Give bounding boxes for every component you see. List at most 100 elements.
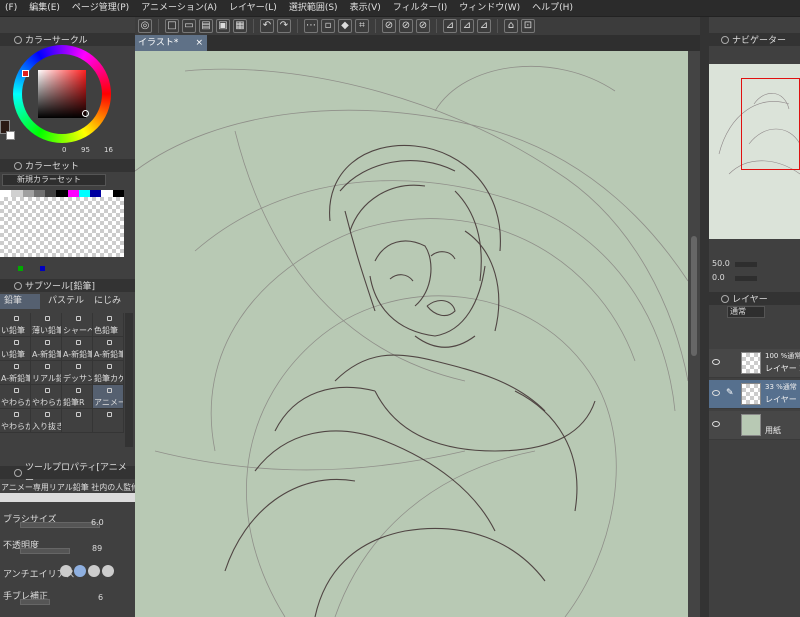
- antialias-low-button[interactable]: [74, 565, 86, 577]
- opacity-slider[interactable]: [20, 548, 70, 554]
- color-swatch[interactable]: [56, 190, 68, 197]
- navigator-angle-value[interactable]: 0.0: [712, 273, 725, 282]
- color-swatch[interactable]: [67, 190, 79, 197]
- sub-tool-item[interactable]: A-新鉛筆: [31, 337, 62, 361]
- export-icon[interactable]: ▣: [216, 19, 230, 33]
- ruler-a-icon[interactable]: ⊿: [443, 19, 457, 33]
- value-handle[interactable]: [82, 110, 89, 117]
- navigator-viewport-rect[interactable]: [741, 78, 800, 170]
- color-swatch[interactable]: [45, 190, 57, 197]
- menu-view[interactable]: 表示(V): [345, 0, 388, 17]
- transform-icon[interactable]: ⌗: [355, 19, 369, 33]
- eye-icon[interactable]: [712, 359, 720, 365]
- sub-tool-item[interactable]: やわらか: [0, 409, 31, 433]
- print-icon[interactable]: ▦: [233, 19, 247, 33]
- grid-c-icon[interactable]: ⊘: [416, 19, 430, 33]
- menu-selection[interactable]: 選択範囲(S): [284, 0, 345, 17]
- redo-icon[interactable]: ↷: [277, 19, 291, 33]
- drawing-canvas[interactable]: [135, 51, 688, 617]
- ruler-b-icon[interactable]: ⊿: [460, 19, 474, 33]
- sub-tool-scrollbar[interactable]: [125, 313, 133, 447]
- open-file-icon[interactable]: ▭: [182, 19, 196, 33]
- sub-tool-item[interactable]: 色鉛筆: [93, 313, 124, 337]
- blend-mode-select[interactable]: 通常: [727, 306, 765, 318]
- color-swatch[interactable]: [22, 190, 34, 197]
- clear-icon[interactable]: ▫: [321, 19, 335, 33]
- eye-icon[interactable]: [712, 390, 720, 396]
- sub-tool-item[interactable]: い鉛筆: [0, 313, 31, 337]
- sub-tool-item[interactable]: い鉛筆: [0, 337, 31, 361]
- tab-pastel[interactable]: パステル: [44, 294, 88, 309]
- antialias-none-button[interactable]: [60, 565, 72, 577]
- sub-tool-item[interactable]: 入り抜き: [31, 409, 62, 433]
- tab-blur[interactable]: にじみ: [90, 294, 125, 309]
- menu-layer[interactable]: レイヤー(L): [224, 0, 284, 17]
- stabilization-slider[interactable]: [20, 599, 50, 605]
- navigator-zoom-slider[interactable]: [735, 262, 757, 267]
- color-swatch[interactable]: [33, 190, 46, 197]
- new-file-icon[interactable]: □: [165, 19, 179, 33]
- color-swatch[interactable]: [11, 190, 23, 197]
- grid-a-icon[interactable]: ⊘: [382, 19, 396, 33]
- sub-tool-item[interactable]: やわらか: [0, 385, 31, 409]
- deselect-icon[interactable]: ⋯: [304, 19, 318, 33]
- sub-tool-item[interactable]: リアル鉛筆: [31, 361, 62, 385]
- eye-icon[interactable]: [712, 421, 720, 427]
- settings-icon[interactable]: ⊡: [521, 19, 535, 33]
- antialias-mid-button[interactable]: [88, 565, 100, 577]
- menu-page[interactable]: ページ管理(P): [67, 0, 136, 17]
- sub-tool-item[interactable]: 鉛筆カゲ: [93, 361, 124, 385]
- sub-tool-item[interactable]: デッサン: [62, 361, 93, 385]
- tab-pencil[interactable]: 鉛筆: [0, 294, 40, 309]
- canvas-scroll-thumb[interactable]: [691, 236, 697, 356]
- color-swatch[interactable]: [78, 190, 91, 197]
- undo-icon[interactable]: ↶: [260, 19, 274, 33]
- close-icon[interactable]: ×: [195, 35, 203, 51]
- color-set-select[interactable]: 新規カラーセット: [2, 174, 106, 186]
- fill-icon[interactable]: ◆: [338, 19, 352, 33]
- color-swatch[interactable]: [101, 190, 113, 197]
- sub-tool-item[interactable]: やわらか: [31, 385, 62, 409]
- color-set-marker-blue: [40, 266, 45, 271]
- canvas-tab[interactable]: イラスト* ×: [135, 35, 207, 51]
- color-swatch[interactable]: [90, 190, 102, 197]
- menu-window[interactable]: ウィンドウ(W): [454, 0, 527, 17]
- canvas-vertical-scrollbar[interactable]: [688, 51, 700, 617]
- color-swatch[interactable]: [112, 190, 124, 197]
- color-swatch[interactable]: [0, 190, 12, 197]
- sub-tool-item[interactable]: A-新鉛筆: [93, 337, 124, 361]
- navigator-zoom-value[interactable]: 50.0: [712, 259, 730, 268]
- layer-row[interactable]: ✎ 33 %通常 レイヤー 1: [709, 380, 800, 409]
- layer-row[interactable]: 100 %通常 レイヤー 2: [709, 349, 800, 378]
- sub-tool-item[interactable]: 薄い鉛筆: [31, 313, 62, 337]
- menu-help[interactable]: ヘルプ(H): [527, 0, 580, 17]
- hat-icon[interactable]: ⌂: [504, 19, 518, 33]
- sub-tool-item[interactable]: A-新鉛筆: [0, 361, 31, 385]
- antialias-high-button[interactable]: [102, 565, 114, 577]
- navigator-angle-slider[interactable]: [735, 276, 757, 281]
- color-set-empty-grid[interactable]: [0, 197, 124, 257]
- sub-tool-item[interactable]: [62, 409, 93, 433]
- menu-animation[interactable]: アニメーション(A): [136, 0, 224, 17]
- hue-handle[interactable]: [22, 70, 29, 77]
- layer-row[interactable]: 用紙: [709, 411, 800, 440]
- saturation-value-square[interactable]: [38, 70, 86, 118]
- sub-tool-item[interactable]: [93, 409, 124, 433]
- sub-tool-item[interactable]: シャーペ: [62, 313, 93, 337]
- menu-file[interactable]: (F): [0, 0, 24, 17]
- save-icon[interactable]: ▤: [199, 19, 213, 33]
- ruler-c-icon[interactable]: ⊿: [477, 19, 491, 33]
- app-icon[interactable]: ◎: [138, 19, 152, 33]
- menu-edit[interactable]: 編集(E): [24, 0, 67, 17]
- navigator-preview[interactable]: [709, 64, 800, 239]
- grid-b-icon[interactable]: ⊘: [399, 19, 413, 33]
- menu-filter[interactable]: フィルター(I): [388, 0, 455, 17]
- sub-color-swatch[interactable]: [6, 131, 15, 140]
- brush-size-value[interactable]: 6.0: [91, 518, 104, 527]
- sub-tool-item[interactable]: A-新鉛筆: [62, 337, 93, 361]
- opacity-value[interactable]: 89: [92, 544, 102, 553]
- sub-tool-item[interactable]: アニメー: [93, 385, 124, 409]
- stabilization-value[interactable]: 6: [98, 593, 103, 602]
- sub-tool-item[interactable]: 鉛筆R: [62, 385, 93, 409]
- brush-size-slider[interactable]: [20, 522, 100, 528]
